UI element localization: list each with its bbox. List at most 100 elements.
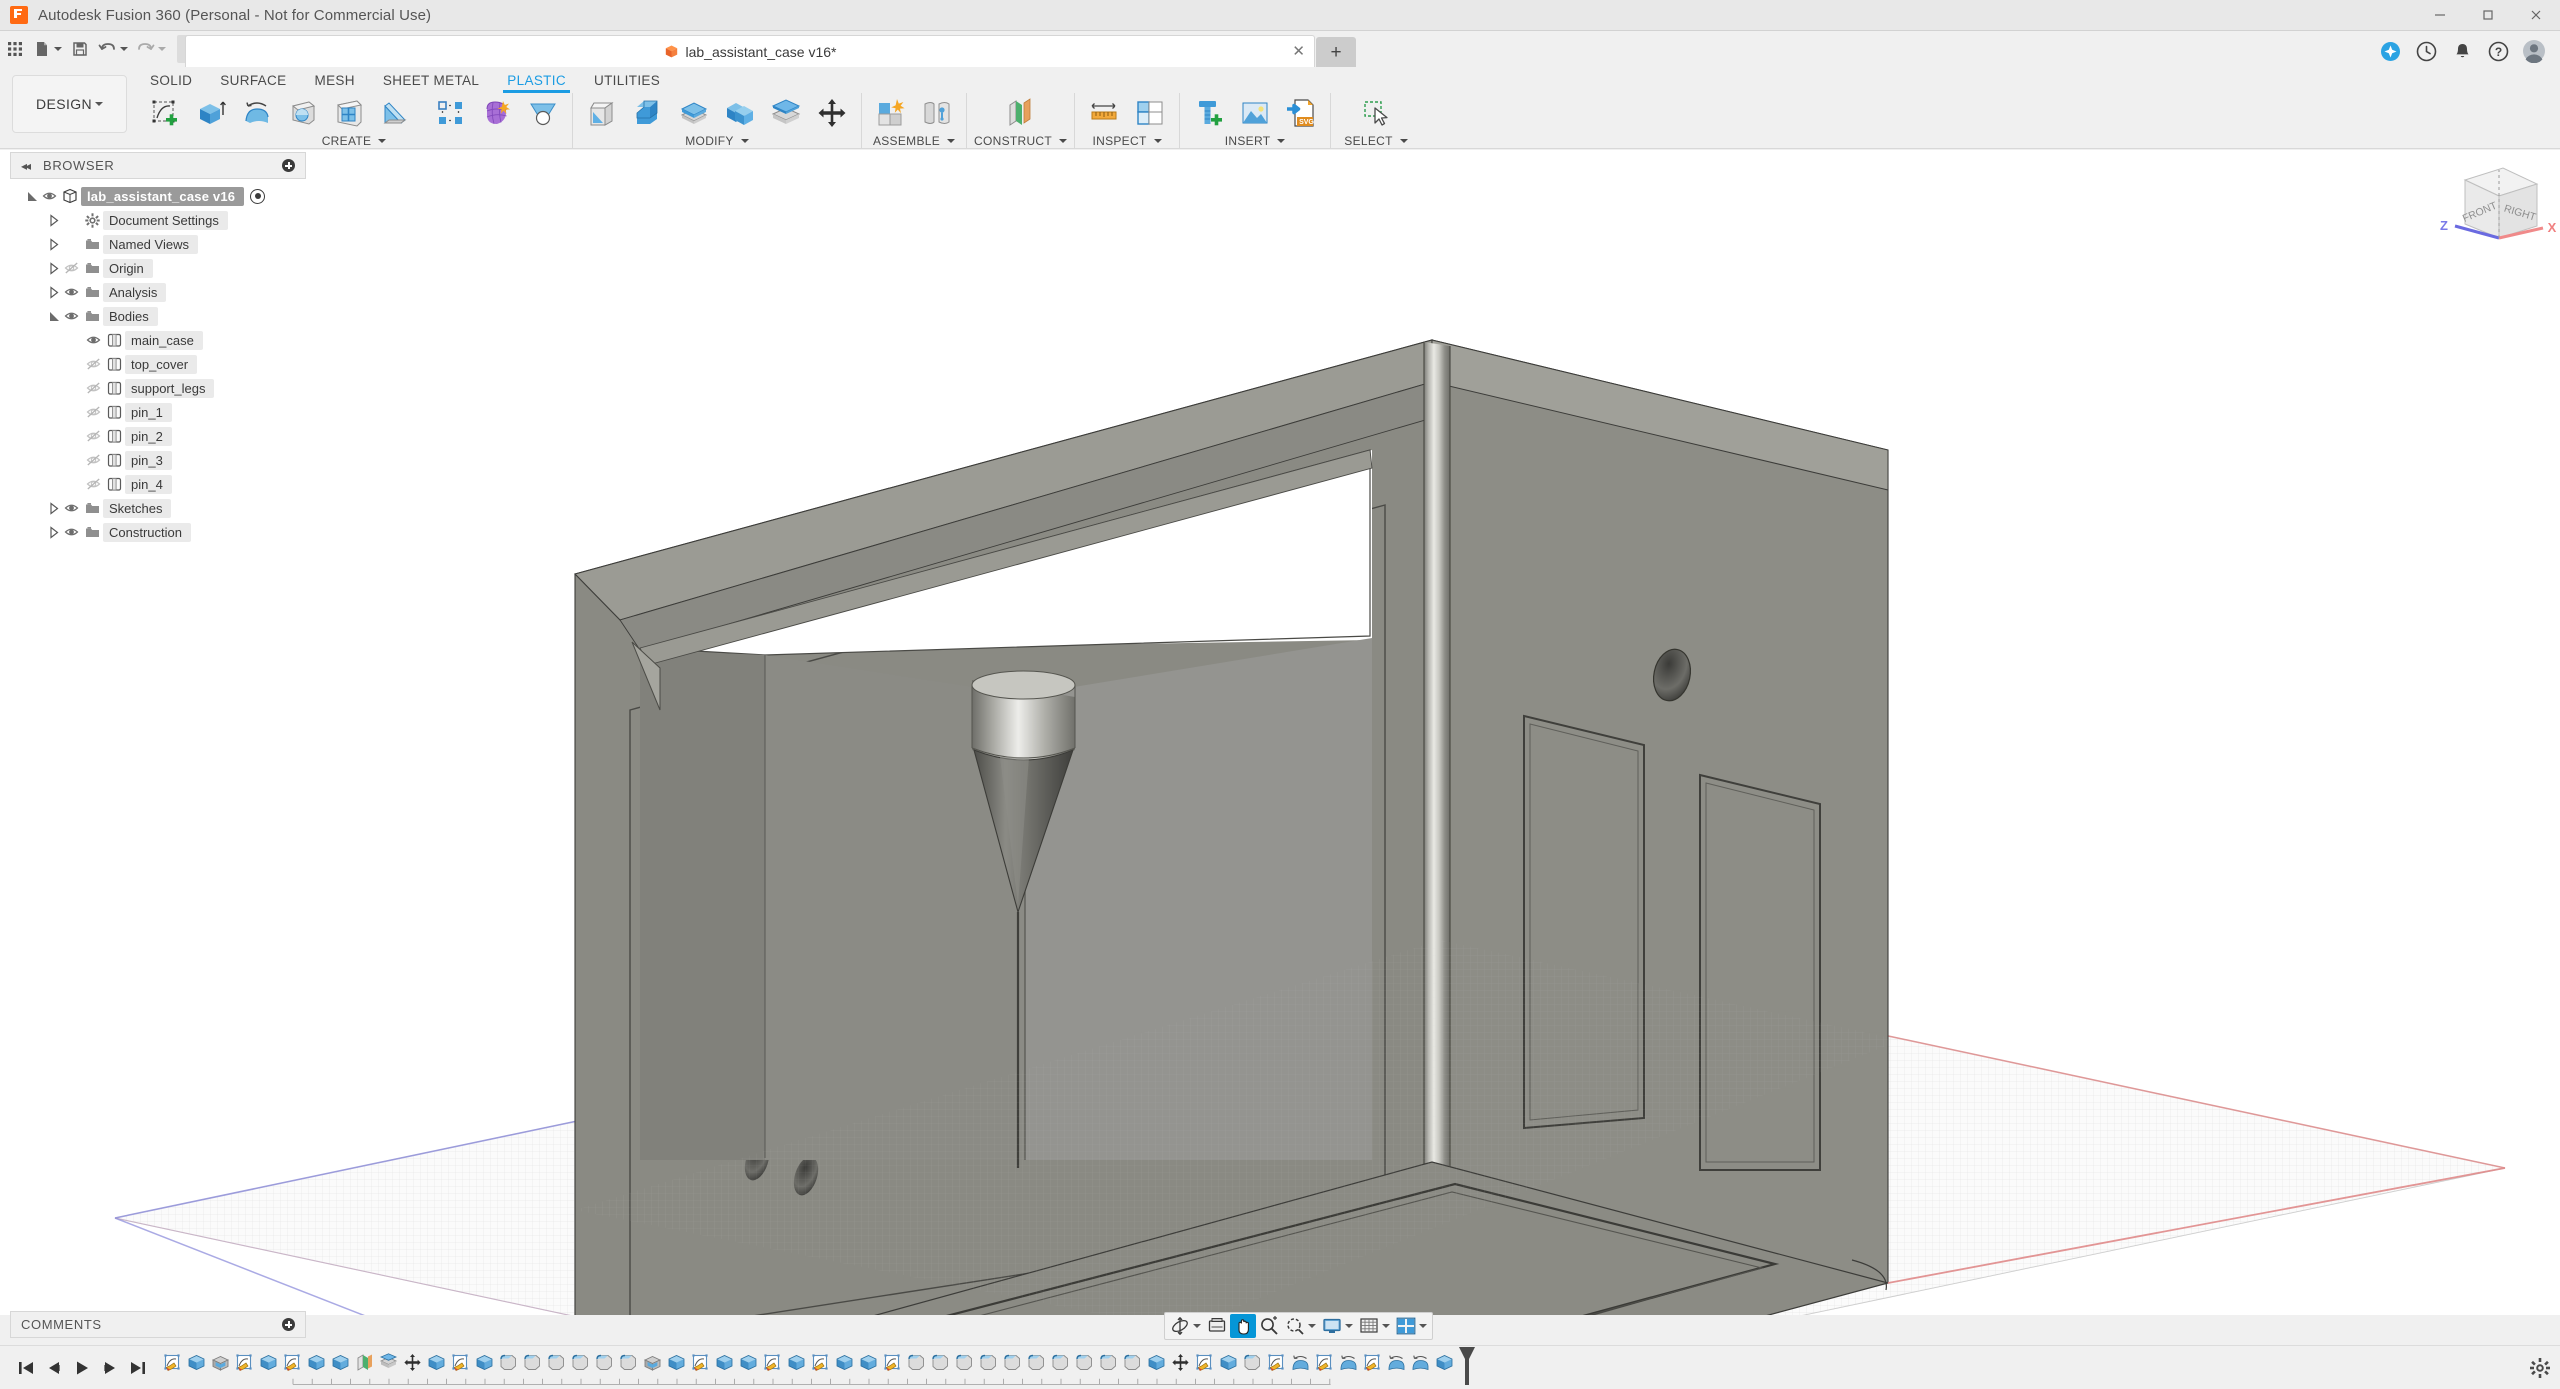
create-sketch-tool[interactable] (143, 93, 187, 133)
section-analysis-tool[interactable] (1128, 93, 1172, 133)
display-settings-button[interactable] (1319, 1314, 1356, 1338)
timeline-feature-10[interactable] (376, 1350, 400, 1376)
panel-title-assemble[interactable]: ASSEMBLE (869, 133, 959, 149)
eye-hidden-icon[interactable] (84, 453, 103, 467)
step-back-button[interactable] (40, 1353, 68, 1383)
timeline-feature-15[interactable] (496, 1350, 520, 1376)
timeline-feature-8[interactable] (328, 1350, 352, 1376)
panel-title-modify[interactable]: MODIFY (580, 133, 854, 149)
add-comment-icon[interactable] (282, 1318, 295, 1331)
tab-utilities[interactable]: UTILITIES (580, 71, 674, 92)
zoom-button[interactable] (1256, 1314, 1282, 1338)
look-at-button[interactable] (1204, 1314, 1230, 1338)
timeline-feature-32[interactable] (904, 1350, 928, 1376)
timeline-feature-35[interactable] (976, 1350, 1000, 1376)
tree-node-top-cover[interactable]: top_cover (10, 352, 306, 376)
twisty-expanded-icon[interactable] (46, 310, 62, 323)
timeline-feature-25[interactable] (736, 1350, 760, 1376)
timeline-feature-40[interactable] (1096, 1350, 1120, 1376)
viewports-button[interactable] (1393, 1314, 1430, 1338)
eye-hidden-icon[interactable] (84, 381, 103, 395)
timeline-feature-53[interactable] (1408, 1350, 1432, 1376)
timeline-feature-9[interactable] (352, 1350, 376, 1376)
timeline-feature-43[interactable] (1168, 1350, 1192, 1376)
step-forward-button[interactable] (96, 1353, 124, 1383)
activate-component-radio[interactable] (250, 189, 265, 204)
timeline-feature-37[interactable] (1024, 1350, 1048, 1376)
eye-hidden-icon[interactable] (62, 261, 81, 275)
new-file-button[interactable] (30, 35, 65, 63)
eye-visible-icon[interactable] (62, 285, 81, 299)
tab-surface[interactable]: SURFACE (206, 71, 300, 92)
tab-mesh[interactable]: MESH (300, 71, 368, 92)
timeline-feature-27[interactable] (784, 1350, 808, 1376)
eye-visible-icon[interactable] (62, 501, 81, 515)
timeline-feature-4[interactable] (232, 1350, 256, 1376)
tree-node-named-views[interactable]: Named Views (10, 232, 306, 256)
eye-hidden-icon[interactable] (84, 357, 103, 371)
save-button[interactable] (67, 35, 93, 63)
boss-tool[interactable] (521, 93, 565, 133)
timeline-feature-14[interactable] (472, 1350, 496, 1376)
eye-hidden-icon[interactable] (84, 477, 103, 491)
tree-node-analysis[interactable]: Analysis (10, 280, 306, 304)
timeline-feature-19[interactable] (592, 1350, 616, 1376)
comments-panel[interactable]: COMMENTS (10, 1311, 306, 1338)
tree-node-pin-4[interactable]: pin_4 (10, 472, 306, 496)
twisty-collapsed-icon[interactable] (46, 214, 62, 227)
workspace-selector[interactable]: DESIGN (12, 75, 127, 133)
tree-node-lab-assistant-case-v16[interactable]: lab_assistant_case v16 (10, 184, 306, 208)
insert-svg-tool[interactable]: SVG (1279, 93, 1323, 133)
eye-hidden-icon[interactable] (84, 405, 103, 419)
timeline-marker[interactable] (1458, 1346, 1476, 1386)
timeline-feature-48[interactable] (1288, 1350, 1312, 1376)
panel-title-select[interactable]: SELECT (1338, 133, 1414, 149)
timeline-feature-12[interactable] (424, 1350, 448, 1376)
eye-visible-icon[interactable] (84, 333, 103, 347)
timeline-feature-7[interactable] (304, 1350, 328, 1376)
timeline-feature-22[interactable] (664, 1350, 688, 1376)
tree-node-document-settings[interactable]: Document Settings (10, 208, 306, 232)
twisty-collapsed-icon[interactable] (46, 238, 62, 251)
grid-snaps-button[interactable] (1356, 1314, 1393, 1338)
extrude-tool[interactable] (189, 93, 233, 133)
timeline-feature-41[interactable] (1120, 1350, 1144, 1376)
timeline-feature-51[interactable] (1360, 1350, 1384, 1376)
timeline-feature-11[interactable] (400, 1350, 424, 1376)
timeline-feature-6[interactable] (280, 1350, 304, 1376)
close-button[interactable] (2512, 0, 2560, 31)
timeline-feature-44[interactable] (1192, 1350, 1216, 1376)
timeline-feature-16[interactable] (520, 1350, 544, 1376)
eye-hidden-icon[interactable] (84, 429, 103, 443)
twisty-expanded-icon[interactable] (24, 190, 40, 203)
offset-face-tool[interactable] (764, 93, 808, 133)
orbit-button[interactable] (1167, 1314, 1204, 1338)
eye-visible-icon[interactable] (62, 309, 81, 323)
timeline-feature-2[interactable] (184, 1350, 208, 1376)
tree-node-pin-1[interactable]: pin_1 (10, 400, 306, 424)
close-tab-button[interactable]: ✕ (1292, 44, 1305, 59)
timeline-feature-50[interactable] (1336, 1350, 1360, 1376)
document-tab[interactable]: lab_assistant_case v16* ✕ (185, 35, 1315, 67)
fusion-extensions-icon[interactable] (2378, 39, 2402, 63)
fillet-tool[interactable] (626, 93, 670, 133)
timeline-feature-26[interactable] (760, 1350, 784, 1376)
tree-node-main-case[interactable]: main_case (10, 328, 306, 352)
new-component-tool[interactable] (869, 93, 913, 133)
joint-tool[interactable] (915, 93, 959, 133)
timeline-feature-45[interactable] (1216, 1350, 1240, 1376)
sweep-tool[interactable] (281, 93, 325, 133)
maximize-button[interactable] (2464, 0, 2512, 31)
redo-button[interactable] (133, 35, 169, 63)
tab-solid[interactable]: SOLID (136, 71, 206, 92)
job-status-icon[interactable] (2414, 39, 2438, 63)
timeline-feature-46[interactable] (1240, 1350, 1264, 1376)
timeline-feature-28[interactable] (808, 1350, 832, 1376)
revolve-tool[interactable] (235, 93, 279, 133)
pattern-tool[interactable] (429, 93, 473, 133)
go-to-end-button[interactable] (124, 1353, 152, 1383)
panel-title-construct[interactable]: CONSTRUCT (974, 133, 1067, 149)
tab-sheet-metal[interactable]: SHEET METAL (369, 71, 493, 92)
go-to-beginning-button[interactable] (12, 1353, 40, 1383)
twisty-collapsed-icon[interactable] (46, 502, 62, 515)
